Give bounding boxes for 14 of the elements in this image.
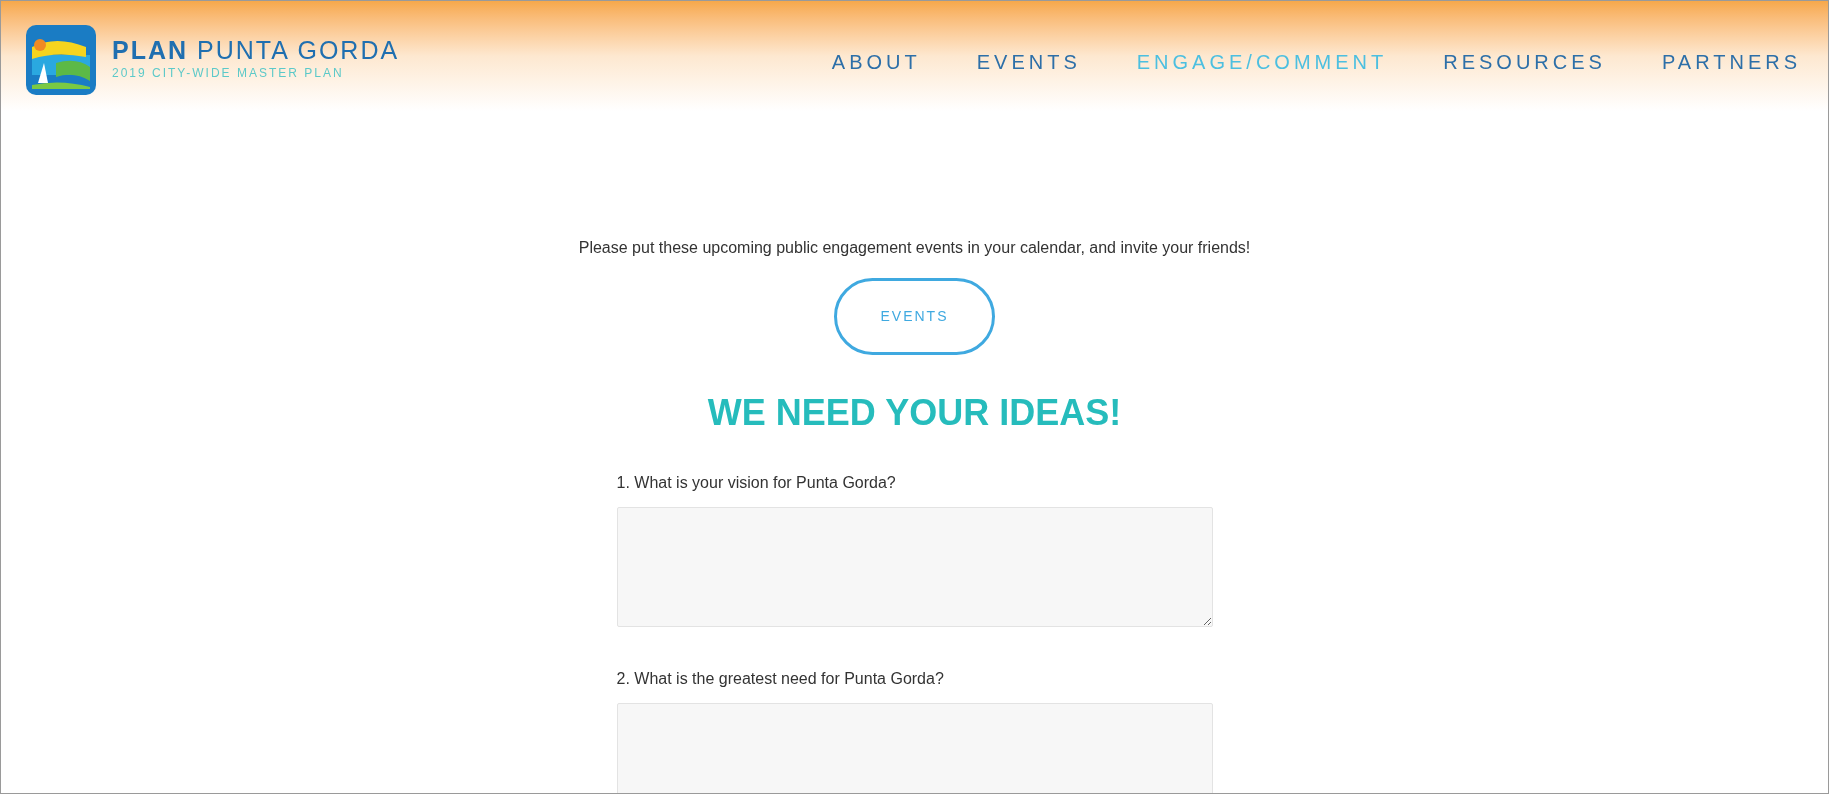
- section-heading: WE NEED YOUR IDEAS!: [707, 395, 1122, 431]
- answer-box[interactable]: [616, 703, 1213, 793]
- site-subtitle: 2019 CITY-WIDE MASTER PLAN: [112, 66, 345, 79]
- question-label: 2. What is the greatest need for Punta Gorda?: [616, 669, 945, 689]
- logo-icon: [26, 25, 96, 95]
- nav-link[interactable]: ABOUT: [831, 47, 921, 77]
- events-button[interactable]: EVENTS: [834, 278, 995, 355]
- question-label: 1. What is your vision for Punta Gorda?: [616, 473, 897, 493]
- site-title[interactable]: PLAN PUNTA GORDA: [112, 37, 400, 63]
- nav-link[interactable]: PARTNERS: [1661, 47, 1801, 77]
- nav-link[interactable]: EVENTS: [976, 47, 1081, 77]
- answer-box[interactable]: [616, 507, 1213, 627]
- intro-text: Please put these upcoming public engagement events in your calendar, and invite your friends!: [577, 238, 1252, 258]
- nav-link[interactable]: RESOURCES: [1443, 47, 1606, 77]
